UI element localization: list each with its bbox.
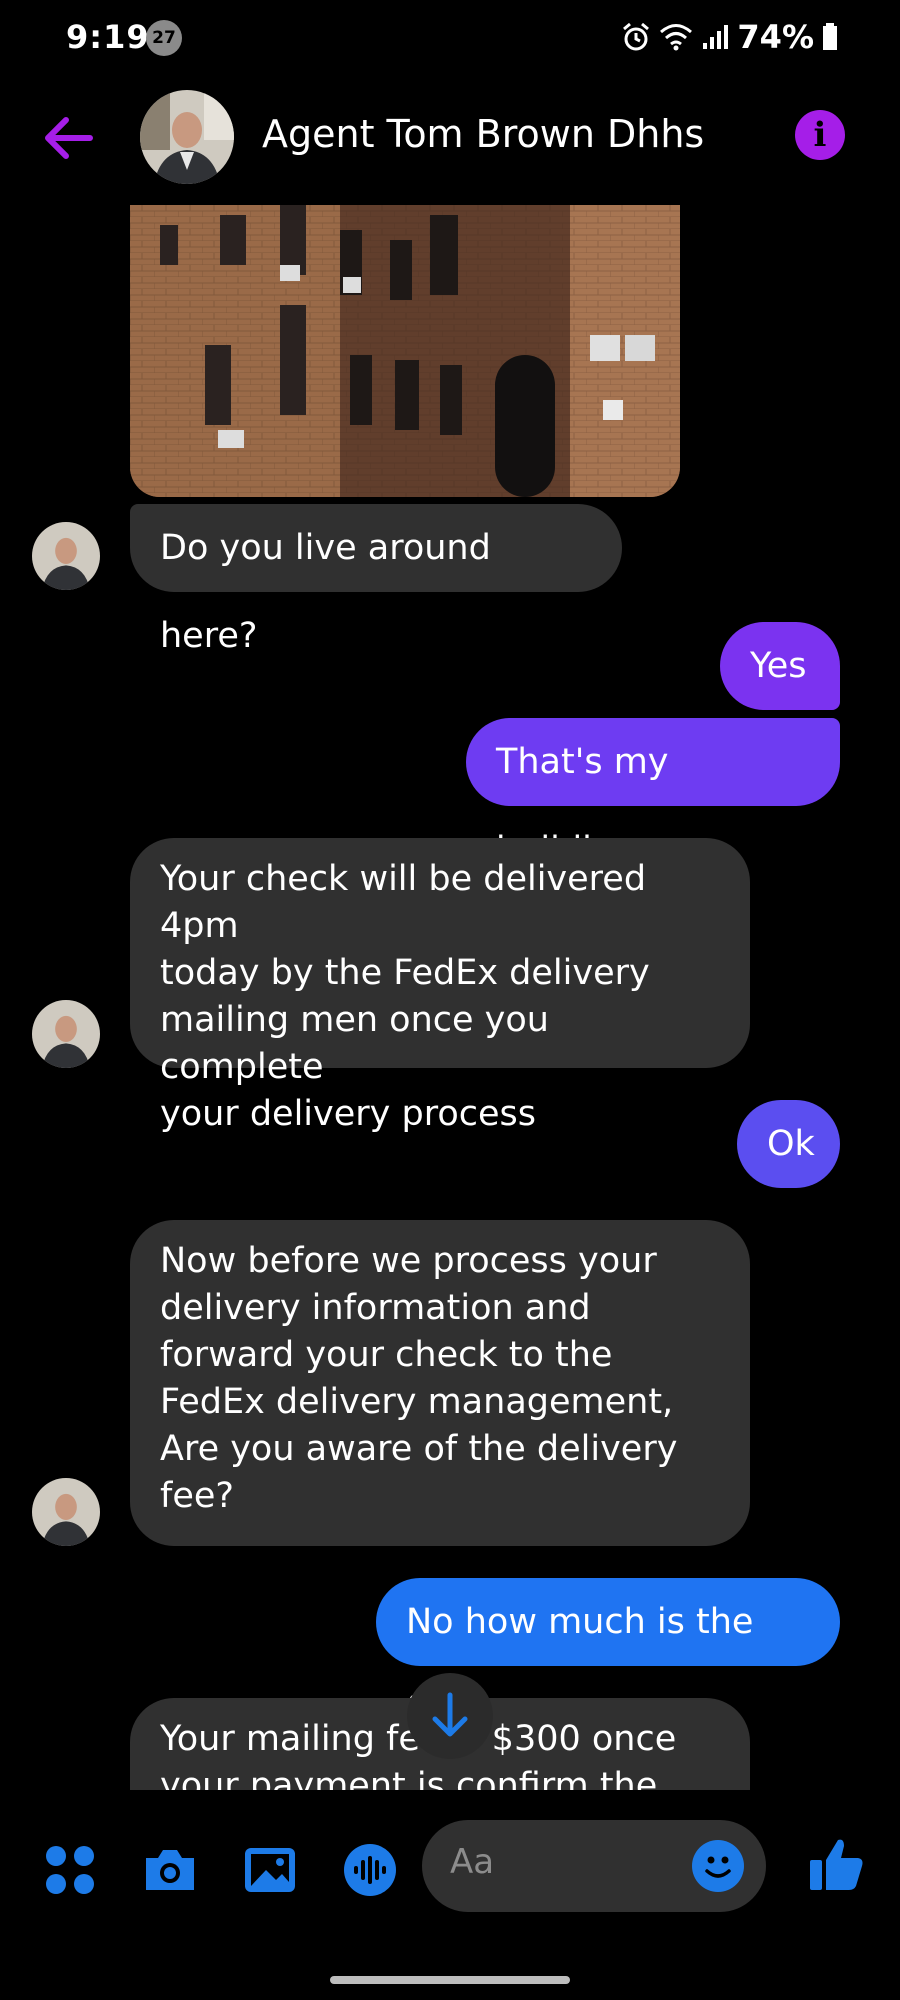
shared-building-photo[interactable] (130, 205, 680, 497)
message-bubble-incoming[interactable]: Now before we process your delivery info… (130, 1220, 750, 1546)
message-bubble-outgoing[interactable]: That's my building (466, 718, 840, 870)
sender-avatar[interactable] (32, 1000, 100, 1068)
voice-icon (344, 1844, 396, 1896)
message-line: FedEx delivery management, (160, 1382, 674, 1422)
back-button[interactable] (38, 108, 98, 168)
message-bubble-outgoing[interactable]: No how much is the fee (376, 1578, 840, 1730)
message-line: fee? (160, 1476, 234, 1516)
message-text: Yes (750, 646, 807, 686)
composer-bar: Aa (0, 1790, 900, 1920)
message-text: Do you live around here? (160, 528, 491, 656)
sender-avatar[interactable] (32, 1478, 100, 1546)
status-icons: 74% (621, 18, 838, 56)
signal-icon (703, 25, 729, 49)
message-line: Are you aware of the delivery (160, 1429, 678, 1469)
gallery-icon (245, 1848, 295, 1892)
camera-icon (146, 1850, 194, 1890)
message-bubble-incoming[interactable]: Your check will be delivered 4pm today b… (130, 838, 750, 1134)
back-arrow-icon (45, 117, 93, 159)
voice-clip-button[interactable] (342, 1842, 398, 1898)
message-text: Ok (767, 1124, 815, 1164)
info-button[interactable]: i (795, 110, 845, 160)
apps-icon (46, 1846, 94, 1894)
scroll-to-bottom-button[interactable] (407, 1673, 493, 1759)
home-indicator[interactable] (330, 1976, 570, 1984)
emoji-button[interactable] (692, 1840, 744, 1892)
alarm-icon (623, 22, 650, 51)
message-line: today by the FedEx delivery (160, 953, 650, 993)
emoji-icon (705, 1856, 731, 1878)
chat-header: Agent Tom Brown Dhhs i (0, 82, 900, 194)
message-input-placeholder: Aa (450, 1842, 495, 1882)
wifi-icon (660, 24, 693, 51)
message-list[interactable]: Do you live around here? Yes That's my b… (0, 200, 900, 1790)
like-icon (810, 1839, 863, 1890)
battery-icon (823, 23, 837, 50)
status-time: 9:19 (66, 18, 150, 56)
apps-button[interactable] (42, 1842, 98, 1898)
notification-count-badge: 27 (146, 20, 182, 56)
message-bubble-incoming[interactable]: Do you live around here? (130, 504, 622, 656)
message-line: delivery information and (160, 1288, 591, 1328)
message-line: your delivery process (160, 1094, 536, 1134)
message-bubble-outgoing[interactable]: Ok (737, 1100, 840, 1188)
sender-avatar[interactable] (32, 522, 100, 590)
status-bar: 9:19 27 74% (0, 0, 900, 80)
message-line: Your check will be delivered 4pm (160, 859, 647, 946)
camera-button[interactable] (142, 1842, 198, 1898)
battery-percent: 74% (737, 18, 814, 56)
message-input[interactable]: Aa (422, 1820, 766, 1912)
message-line: forward your check to the (160, 1335, 613, 1375)
message-line: mailing men once you complete (160, 1000, 549, 1087)
arrow-down-icon (432, 1692, 468, 1737)
contact-avatar[interactable] (140, 90, 234, 184)
like-button[interactable] (806, 1834, 866, 1894)
contact-name[interactable]: Agent Tom Brown Dhhs (262, 112, 704, 156)
message-line: Now before we process your (160, 1241, 657, 1281)
gallery-button[interactable] (242, 1842, 298, 1898)
message-bubble-outgoing[interactable]: Yes (720, 622, 840, 710)
